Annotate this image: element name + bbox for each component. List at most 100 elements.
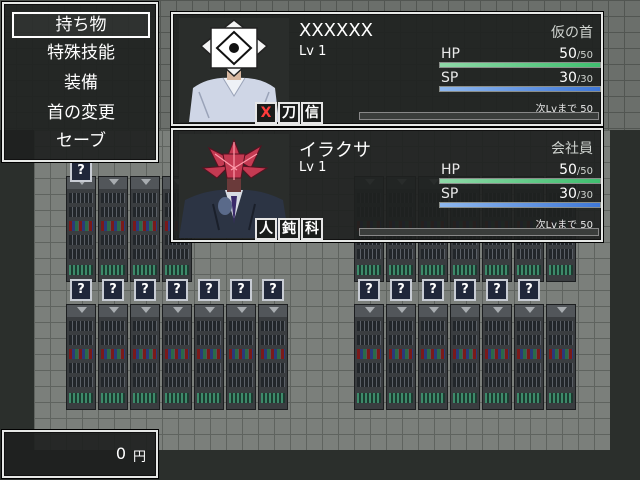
question-mark-icon[interactable]: ? bbox=[70, 279, 92, 301]
hp-value: 50/50 bbox=[503, 162, 593, 178]
shelf-row bbox=[197, 321, 221, 331]
question-mark-icon[interactable]: ? bbox=[134, 279, 156, 301]
shelf-row bbox=[485, 335, 509, 345]
shelf-row bbox=[101, 335, 125, 345]
bookshelf bbox=[386, 304, 416, 410]
shelf-row bbox=[517, 393, 541, 403]
question-mark-icon[interactable]: ? bbox=[390, 279, 412, 301]
chevron-down-icon bbox=[77, 307, 87, 313]
shelf-row bbox=[517, 377, 541, 387]
shelf-row bbox=[357, 321, 381, 331]
gold-window: 0 円 bbox=[2, 430, 158, 478]
menu-item-items[interactable]: 持ち物 bbox=[12, 12, 150, 38]
sp-gauge-fill bbox=[440, 203, 600, 207]
sp-gauge bbox=[439, 202, 601, 208]
chevron-down-icon bbox=[525, 307, 535, 313]
sp-max: /30 bbox=[576, 190, 593, 201]
shelf-row bbox=[133, 349, 157, 359]
menu-item-change-head[interactable]: 首の変更 bbox=[12, 100, 150, 126]
question-mark-icon[interactable]: ? bbox=[486, 279, 508, 301]
shelf-row bbox=[421, 335, 445, 345]
question-mark-icon[interactable]: ? bbox=[422, 279, 444, 301]
shelf-row bbox=[389, 363, 413, 373]
shelf-row bbox=[517, 249, 541, 259]
shelf-row bbox=[229, 363, 253, 373]
sp-value: 30/30 bbox=[503, 186, 593, 202]
question-mark-icon[interactable]: ? bbox=[262, 279, 284, 301]
party-member-1[interactable]: X刀信 XXXXXX Lv 1 仮の首 HP 50/50 SP 30/30 次L… bbox=[171, 12, 603, 126]
bookshelf bbox=[354, 304, 384, 410]
chevron-down-icon bbox=[557, 307, 567, 313]
menu-item-skills[interactable]: 特殊技能 bbox=[12, 40, 150, 66]
gold-amount: 0 bbox=[115, 444, 126, 463]
shelf-row bbox=[357, 377, 381, 387]
shelf-row bbox=[389, 321, 413, 331]
chevron-down-icon bbox=[397, 307, 407, 313]
chevron-down-icon bbox=[109, 307, 119, 313]
shelf-row bbox=[453, 335, 477, 345]
shelf-row bbox=[101, 349, 125, 359]
shelf-row bbox=[133, 265, 157, 275]
question-mark-icon[interactable]: ? bbox=[198, 279, 220, 301]
badge-icon: 人 bbox=[255, 218, 277, 240]
hp-value: 50/50 bbox=[503, 46, 593, 62]
menu-item-equip[interactable]: 装備 bbox=[12, 70, 150, 96]
question-mark-icon[interactable]: ? bbox=[102, 279, 124, 301]
shelf-row bbox=[133, 193, 157, 203]
shelf-row bbox=[485, 249, 509, 259]
actor-level: Lv 1 bbox=[299, 44, 327, 59]
question-mark-icon[interactable]: ? bbox=[358, 279, 380, 301]
bookshelf bbox=[546, 304, 576, 410]
shelf-row bbox=[197, 363, 221, 373]
actor-class: 会社員 bbox=[551, 141, 593, 157]
shelf-row bbox=[133, 235, 157, 245]
shelf-row bbox=[165, 377, 189, 387]
badge-icon: 信 bbox=[301, 102, 323, 124]
question-mark-icon[interactable]: ? bbox=[166, 279, 188, 301]
shelf-row bbox=[357, 265, 381, 275]
party-member-2[interactable]: 人鈍科 イラクサ Lv 1 会社員 HP 50/50 SP 30/30 次Lvま… bbox=[171, 128, 603, 242]
hp-gauge-fill bbox=[440, 179, 600, 183]
shelf-row bbox=[101, 207, 125, 217]
actor-name: イラクサ bbox=[299, 140, 371, 161]
chevron-down-icon bbox=[205, 307, 215, 313]
shelf-row bbox=[261, 349, 285, 359]
shelf-row bbox=[389, 349, 413, 359]
shelf-row bbox=[453, 393, 477, 403]
question-mark-icon[interactable]: ? bbox=[454, 279, 476, 301]
shelf-row bbox=[133, 363, 157, 373]
shelf-row bbox=[389, 265, 413, 275]
menu-item-save[interactable]: セーブ bbox=[12, 128, 150, 154]
question-mark-icon[interactable]: ? bbox=[230, 279, 252, 301]
actor-level: Lv 1 bbox=[299, 160, 327, 175]
bookshelf bbox=[130, 304, 160, 410]
shelf-row bbox=[69, 349, 93, 359]
shelf-row bbox=[69, 193, 93, 203]
chevron-down-icon bbox=[173, 307, 183, 313]
shelf-row bbox=[229, 335, 253, 345]
hp-max: /50 bbox=[576, 166, 593, 177]
sp-gauge-fill bbox=[440, 87, 600, 91]
question-mark-icon[interactable]: ? bbox=[518, 279, 540, 301]
shelf-row bbox=[517, 335, 541, 345]
shelf-row bbox=[101, 265, 125, 275]
shelf-row bbox=[453, 377, 477, 387]
shelf-row bbox=[261, 393, 285, 403]
shelf-row bbox=[357, 335, 381, 345]
chevron-down-icon bbox=[269, 307, 279, 313]
hp-gauge bbox=[439, 178, 601, 184]
shelf-row bbox=[165, 249, 189, 259]
question-mark-icon[interactable]: ? bbox=[70, 160, 92, 182]
command-menu: 持ち物 特殊技能 装備 首の変更 セーブ bbox=[2, 2, 158, 162]
shelf-row bbox=[69, 377, 93, 387]
shelf-row bbox=[389, 377, 413, 387]
shelf-row bbox=[69, 335, 93, 345]
menu-item-label: セーブ bbox=[56, 131, 106, 151]
shelf-row bbox=[261, 377, 285, 387]
shelf-row bbox=[101, 321, 125, 331]
shelf-row bbox=[165, 393, 189, 403]
shelf-row bbox=[453, 363, 477, 373]
bookshelf bbox=[514, 304, 544, 410]
bookshelf bbox=[450, 304, 480, 410]
shelf-row bbox=[69, 207, 93, 217]
